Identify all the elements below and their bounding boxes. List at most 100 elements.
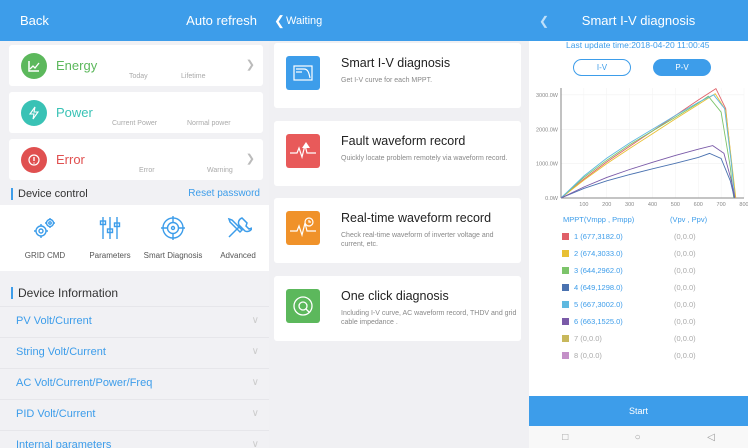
auto-refresh-button[interactable]: Auto refresh — [186, 13, 257, 28]
legend-row[interactable]: 3 (644,2962.0) (0,0.0) — [562, 261, 696, 279]
iv-toggle-button[interactable]: I-V — [573, 59, 631, 76]
tools-icon — [205, 213, 269, 243]
legend-mppt-value: 1 (677,3182.0) — [574, 231, 623, 241]
legend-mppt-value: 7 (0,0.0) — [574, 333, 602, 343]
smart-iv-diagnosis-item[interactable]: Smart I-V diagnosis Get I-V curve for ea… — [274, 43, 521, 108]
page-title: Smart I-V diagnosis — [581, 13, 696, 28]
y-tick-label: 3000.0W — [536, 93, 559, 99]
legend-pv-value: (0,0.0) — [674, 299, 696, 309]
parameters-button[interactable]: Parameters — [77, 213, 143, 260]
chevron-down-icon: ∨ — [251, 346, 259, 357]
legend-pv-value: (0,0.0) — [674, 333, 696, 343]
power-card[interactable]: Power Current Power Normal power — [9, 92, 263, 133]
energy-label: Energy — [56, 58, 98, 73]
item-description: Quickly locate problem remotely via wave… — [341, 155, 508, 162]
legend-swatch — [562, 317, 569, 325]
x-tick-label: 100 — [579, 202, 588, 208]
iv-curve-icon — [286, 56, 320, 90]
current-power-label: Current Power — [112, 120, 158, 127]
power-label: Power — [56, 105, 93, 120]
grid-cmd-button[interactable]: GRID CMD — [12, 213, 78, 260]
item-title: Fault waveform record — [341, 134, 466, 148]
item-description: Including I-V curve, AC waveform record,… — [341, 310, 517, 326]
legend-row[interactable]: 1 (677,3182.0) (0,0.0) — [562, 227, 696, 245]
one-click-diagnosis-item[interactable]: One click diagnosis Including I-V curve,… — [274, 276, 521, 341]
iv-diagnosis-screen: ❮ Smart I-V diagnosis Last update time:2… — [529, 0, 748, 448]
back-chevron-icon[interactable]: ❮ — [539, 14, 549, 28]
back-chevron-icon[interactable]: ❮ — [274, 13, 285, 29]
diagnosis-menu-screen: ❮ Waiting Smart I-V diagnosis Get I-V cu… — [269, 0, 529, 448]
legend-row[interactable]: 8 (0,0.0) (0,0.0) — [562, 346, 696, 364]
y-tick-label: 1000.0W — [536, 162, 559, 168]
realtime-waveform-record-item[interactable]: Real-time waveform record Check real-tim… — [274, 198, 521, 263]
y-tick-label: 2000.0W — [536, 127, 559, 133]
error-label: Error — [56, 152, 85, 167]
gears-icon — [12, 213, 78, 243]
row-label: Internal parameters — [16, 439, 112, 448]
row-label: PV Volt/Current — [16, 315, 92, 327]
legend-header-pv: (Vpv , Ppv) — [670, 215, 708, 224]
legend-row[interactable]: 7 (0,0.0) (0,0.0) — [562, 329, 696, 347]
legend-swatch — [562, 283, 569, 291]
pid-volt-current-row[interactable]: PID Volt/Current ∨ — [0, 399, 269, 427]
internal-parameters-row[interactable]: Internal parameters ∨ — [0, 430, 269, 448]
smart-diagnosis-label: Smart Diagnosis — [143, 251, 203, 260]
energy-today-label: Today — [129, 73, 148, 80]
parameters-label: Parameters — [89, 251, 131, 260]
row-label: String Volt/Current — [16, 346, 106, 358]
legend-row[interactable]: 2 (674,3033.0) (0,0.0) — [562, 244, 696, 262]
row-label: PID Volt/Current — [16, 408, 96, 420]
legend-mppt-value: 8 (0,0.0) — [574, 350, 602, 360]
x-tick-label: 700 — [717, 202, 726, 208]
legend-swatch — [562, 232, 569, 240]
reset-password-link[interactable]: Reset password — [188, 188, 260, 199]
x-tick-label: 400 — [648, 202, 657, 208]
advanced-button[interactable]: Advanced — [205, 213, 269, 260]
chevron-right-icon: ❯ — [245, 59, 255, 71]
legend-pv-value: (0,0.0) — [674, 316, 696, 326]
square-nav-icon[interactable]: □ — [562, 432, 568, 443]
y-tick-label: 0.0W — [545, 196, 559, 202]
circle-nav-icon[interactable]: ○ — [635, 432, 641, 443]
realtime-wave-icon — [286, 211, 320, 245]
ac-volt-current-row[interactable]: AC Volt/Current/Power/Freq ∨ — [0, 368, 269, 396]
device-header: Back Auto refresh — [0, 0, 269, 41]
item-title: Real-time waveform record — [341, 211, 492, 225]
error-card[interactable]: Error Error Warning ❯ — [9, 139, 263, 180]
legend-swatch — [562, 351, 569, 359]
start-button[interactable]: Start — [529, 396, 748, 426]
last-update-time: Last update time:2018-04-20 11:00:45 — [566, 40, 710, 50]
device-screen: Back Auto refresh Energy Today Lifetime … — [0, 0, 269, 448]
fault-waveform-record-item[interactable]: Fault waveform record Quickly locate pro… — [274, 121, 521, 186]
x-tick-label: 500 — [671, 202, 680, 208]
pv-toggle-button[interactable]: P-V — [653, 59, 711, 76]
fault-wave-icon — [286, 134, 320, 168]
warning-count-label: Warning — [207, 167, 233, 174]
item-title: Smart I-V diagnosis — [341, 56, 451, 70]
chevron-down-icon: ∨ — [251, 315, 259, 326]
legend-row[interactable]: 6 (663,1525.0) (0,0.0) — [562, 312, 696, 330]
normal-power-label: Normal power — [187, 120, 231, 127]
back-button[interactable]: Back — [20, 13, 49, 28]
legend-pv-value: (0,0.0) — [674, 350, 696, 360]
chevron-right-icon: ❯ — [245, 153, 255, 165]
triangle-back-icon[interactable]: ◁ — [707, 432, 715, 443]
smart-diagnosis-button[interactable]: Smart Diagnosis — [140, 213, 206, 260]
device-control-title: Device control — [11, 188, 88, 200]
energy-card[interactable]: Energy Today Lifetime ❯ — [9, 45, 263, 86]
legend-row[interactable]: 4 (649,1298.0) (0,0.0) — [562, 278, 696, 296]
row-label: AC Volt/Current/Power/Freq — [16, 377, 153, 389]
x-tick-label: 800 — [739, 202, 748, 208]
legend-row[interactable]: 5 (667,3002.0) (0,0.0) — [562, 295, 696, 313]
legend-header-mppt: MPPT(Vmpp , Pmpp) — [563, 215, 635, 224]
x-tick-label: 300 — [625, 202, 634, 208]
iv-header: ❮ Smart I-V diagnosis — [529, 0, 748, 41]
pv-volt-current-row[interactable]: PV Volt/Current ∨ — [0, 306, 269, 334]
legend-swatch — [562, 266, 569, 274]
string-volt-current-row[interactable]: String Volt/Current ∨ — [0, 337, 269, 365]
x-tick-label: 200 — [602, 202, 611, 208]
device-information-title: Device Information — [11, 287, 118, 299]
series-line-2 — [560, 93, 737, 199]
lightning-icon — [21, 99, 47, 126]
legend-swatch — [562, 249, 569, 257]
